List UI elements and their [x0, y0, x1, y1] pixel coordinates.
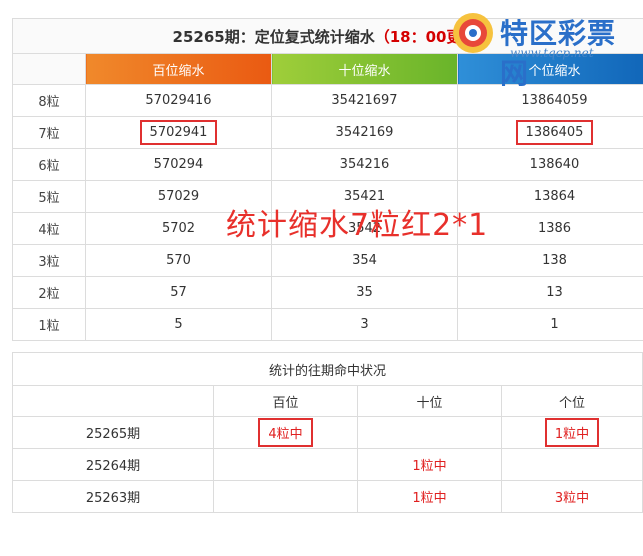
header-blank [12, 53, 86, 85]
cell-hundreds: 5 [85, 308, 272, 341]
cell-hundreds: 570 [85, 244, 272, 277]
history-period: 25264期 [12, 448, 214, 481]
cell-tens: 3 [271, 308, 458, 341]
history-row: 25264期 1粒中 [12, 448, 643, 481]
history-header-blank [12, 385, 214, 417]
row-label: 8粒 [12, 84, 86, 117]
overlay-caption: 统计缩水7粒红2*1 [226, 208, 489, 243]
history-caption: 统计的往期命中状况 [12, 352, 643, 386]
table-row: 7粒 5702941 3542169 1386405 [12, 116, 643, 149]
history-cell-hundreds [213, 480, 358, 513]
history-cell-tens [357, 416, 502, 449]
highlight-box: 1粒中 [544, 418, 600, 447]
history-cell-ones: 3粒中 [501, 480, 643, 513]
header-tens: 十位缩水 [271, 53, 458, 85]
cell-tens: 35 [271, 276, 458, 309]
cell-ones: 138640 [457, 148, 643, 181]
cell-tens: 35421697 [271, 84, 458, 117]
cell-ones: 1 [457, 308, 643, 341]
history-cell-ones: 1粒中 [501, 416, 643, 449]
cell-ones: 138 [457, 244, 643, 277]
table-row: 3粒 570 354 138 [12, 244, 643, 277]
history-header-tens: 十位 [357, 385, 502, 417]
site-logo[interactable]: 特区彩票网 www.tqcp.net [448, 6, 638, 90]
row-label: 6粒 [12, 148, 86, 181]
row-label: 1粒 [12, 308, 86, 341]
cell-ones: 13 [457, 276, 643, 309]
history-row: 25263期 1粒中 3粒中 [12, 480, 643, 513]
history-cell-hundreds [213, 448, 358, 481]
table-row: 1粒 5 3 1 [12, 308, 643, 341]
cell-tens: 354216 [271, 148, 458, 181]
title-period: 25265期：定位复式统计缩水 [172, 27, 375, 46]
history-cell-hundreds: 4粒中 [213, 416, 358, 449]
highlight-box: 1386405 [515, 120, 594, 145]
row-label: 4粒 [12, 212, 86, 245]
history-period: 25263期 [12, 480, 214, 513]
highlight-box: 5702941 [139, 120, 218, 145]
cell-hundreds: 57 [85, 276, 272, 309]
history-header-ones: 个位 [501, 385, 643, 417]
row-label: 7粒 [12, 116, 86, 149]
history-table: 统计的往期命中状况 百位 十位 个位 25265期 4粒中 1粒中 25264期… [12, 352, 643, 513]
history-cell-tens: 1粒中 [357, 448, 502, 481]
table-row: 6粒 570294 354216 138640 [12, 148, 643, 181]
cell-ones: 1386405 [457, 116, 643, 149]
history-header-row: 百位 十位 个位 [12, 385, 643, 417]
cell-tens: 354 [271, 244, 458, 277]
history-row: 25265期 4粒中 1粒中 [12, 416, 643, 449]
cell-hundreds: 5702941 [85, 116, 272, 149]
history-period: 25265期 [12, 416, 214, 449]
cell-hundreds: 57029416 [85, 84, 272, 117]
logo-url: www.tqcp.net [510, 46, 594, 60]
header-hundreds: 百位缩水 [85, 53, 272, 85]
history-header-hundreds: 百位 [213, 385, 358, 417]
history-caption-row: 统计的往期命中状况 [12, 352, 643, 386]
history-cell-tens: 1粒中 [357, 480, 502, 513]
row-label: 3粒 [12, 244, 86, 277]
row-label: 2粒 [12, 276, 86, 309]
logo-icon [453, 13, 493, 53]
highlight-box: 4粒中 [258, 418, 313, 447]
cell-tens: 3542169 [271, 116, 458, 149]
history-cell-ones [501, 448, 643, 481]
row-label: 5粒 [12, 180, 86, 213]
table-row: 2粒 57 35 13 [12, 276, 643, 309]
cell-hundreds: 570294 [85, 148, 272, 181]
